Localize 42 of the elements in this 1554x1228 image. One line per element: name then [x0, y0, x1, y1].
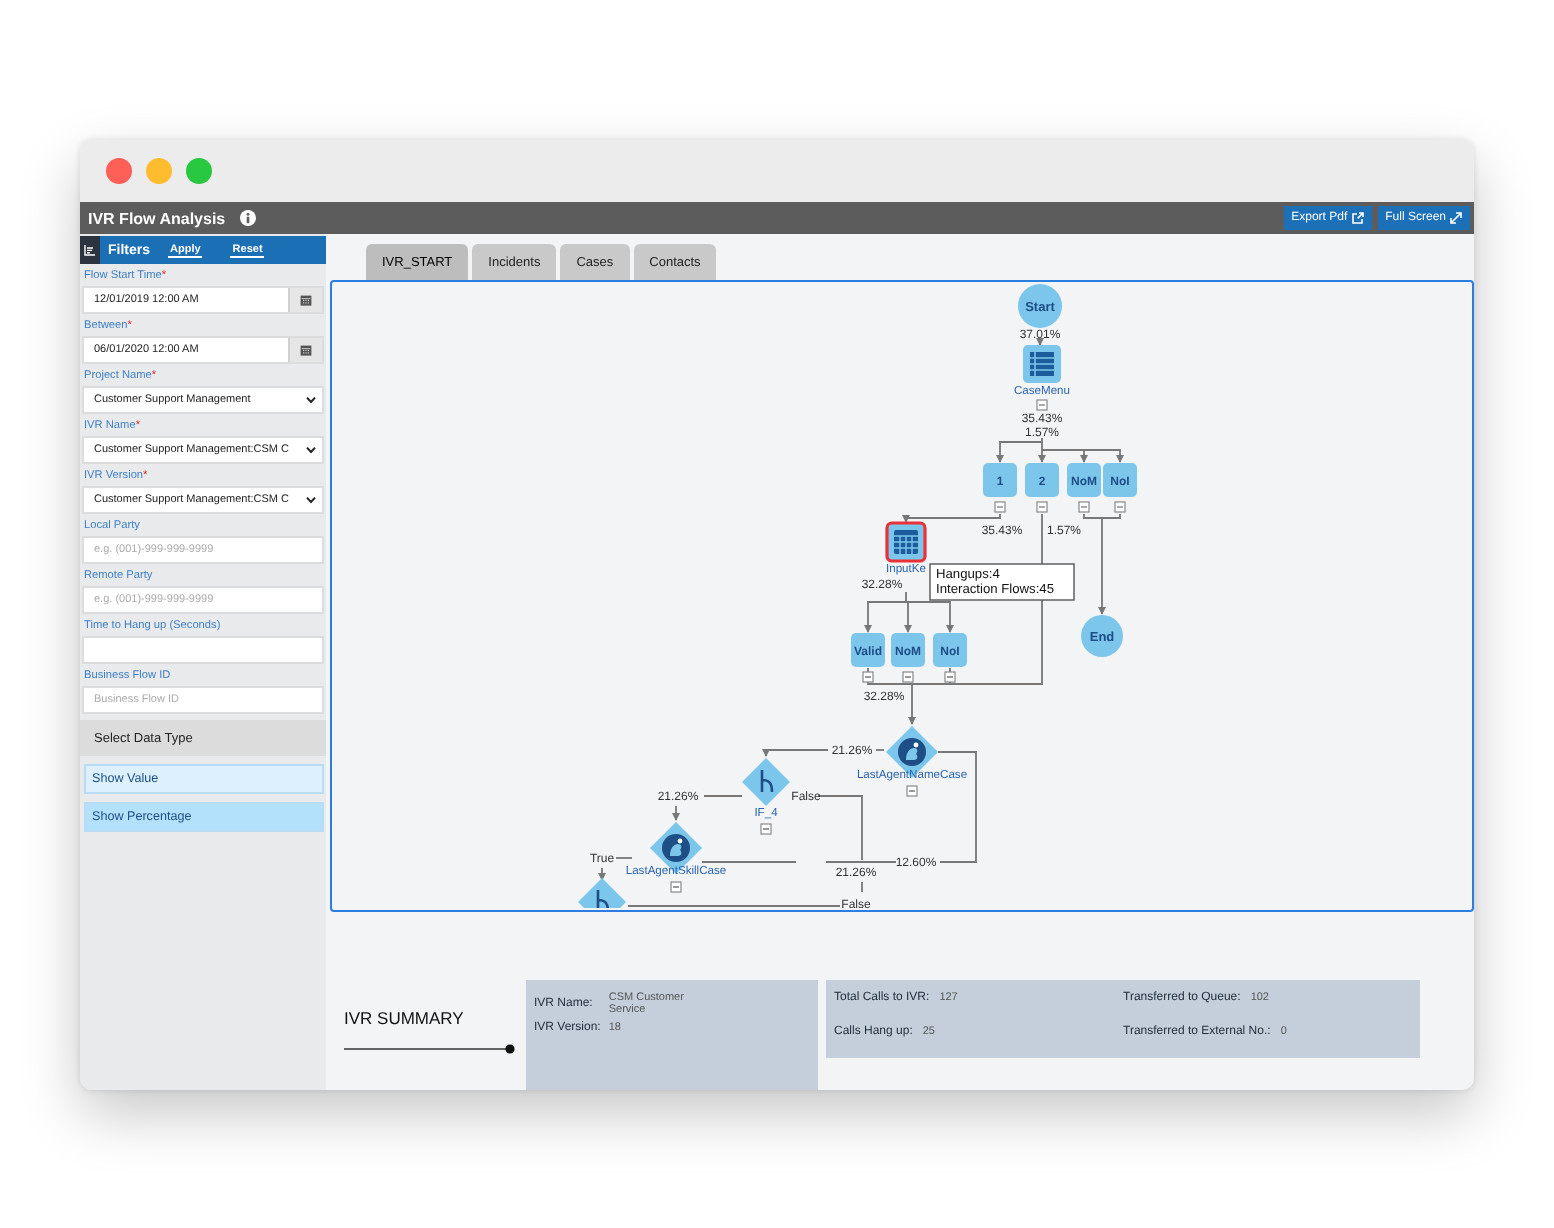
connector-line — [615, 857, 633, 859]
expand-toggle-icon[interactable] — [902, 671, 914, 683]
expand-toggle-icon[interactable] — [1078, 501, 1090, 513]
chevron-down-icon — [306, 496, 316, 504]
close-window-button[interactable] — [106, 158, 132, 184]
calendar-button[interactable] — [288, 288, 322, 312]
external-link-icon — [1351, 212, 1364, 224]
connector-line — [703, 795, 743, 797]
expand-icon — [1450, 212, 1462, 224]
zoom-window-button[interactable] — [186, 158, 212, 184]
connector-line — [672, 805, 680, 821]
keypad-node-icon[interactable] — [885, 521, 927, 563]
connector-line — [1036, 338, 1044, 346]
expand-toggle-icon[interactable] — [862, 671, 874, 683]
chevron-down-icon — [306, 396, 316, 404]
connector-line — [598, 867, 606, 881]
expand-toggle-icon[interactable] — [906, 785, 918, 797]
minimize-window-button[interactable] — [146, 158, 172, 184]
connector-line — [762, 749, 829, 757]
expand-toggle-icon[interactable] — [994, 501, 1006, 513]
calendar-button[interactable] — [288, 338, 322, 362]
connector-line — [861, 881, 863, 893]
expand-toggle-icon[interactable] — [1036, 501, 1048, 513]
filter-toggle-button[interactable] — [80, 236, 100, 264]
chevron-down-icon — [306, 446, 316, 454]
info-icon[interactable] — [239, 210, 256, 226]
branch-node-icon[interactable] — [578, 878, 626, 908]
menu-node-icon[interactable] — [1023, 345, 1061, 383]
expand-toggle-icon[interactable] — [670, 881, 682, 893]
text-field[interactable] — [82, 636, 324, 664]
expand-toggle-icon[interactable] — [1036, 399, 1048, 411]
connector-line — [701, 861, 797, 863]
expand-toggle-icon[interactable] — [760, 823, 772, 835]
branch-node-icon[interactable] — [742, 758, 790, 806]
connector-line — [875, 749, 885, 751]
calendar-icon — [300, 344, 312, 356]
expand-toggle-icon[interactable] — [1114, 501, 1126, 513]
page-title: IVR Flow Analysis — [88, 209, 226, 227]
chart-icon — [84, 244, 96, 256]
summary-title: IVR SUMMARY — [344, 1008, 466, 1028]
expand-toggle-icon[interactable] — [944, 671, 956, 683]
calendar-icon — [300, 294, 312, 306]
